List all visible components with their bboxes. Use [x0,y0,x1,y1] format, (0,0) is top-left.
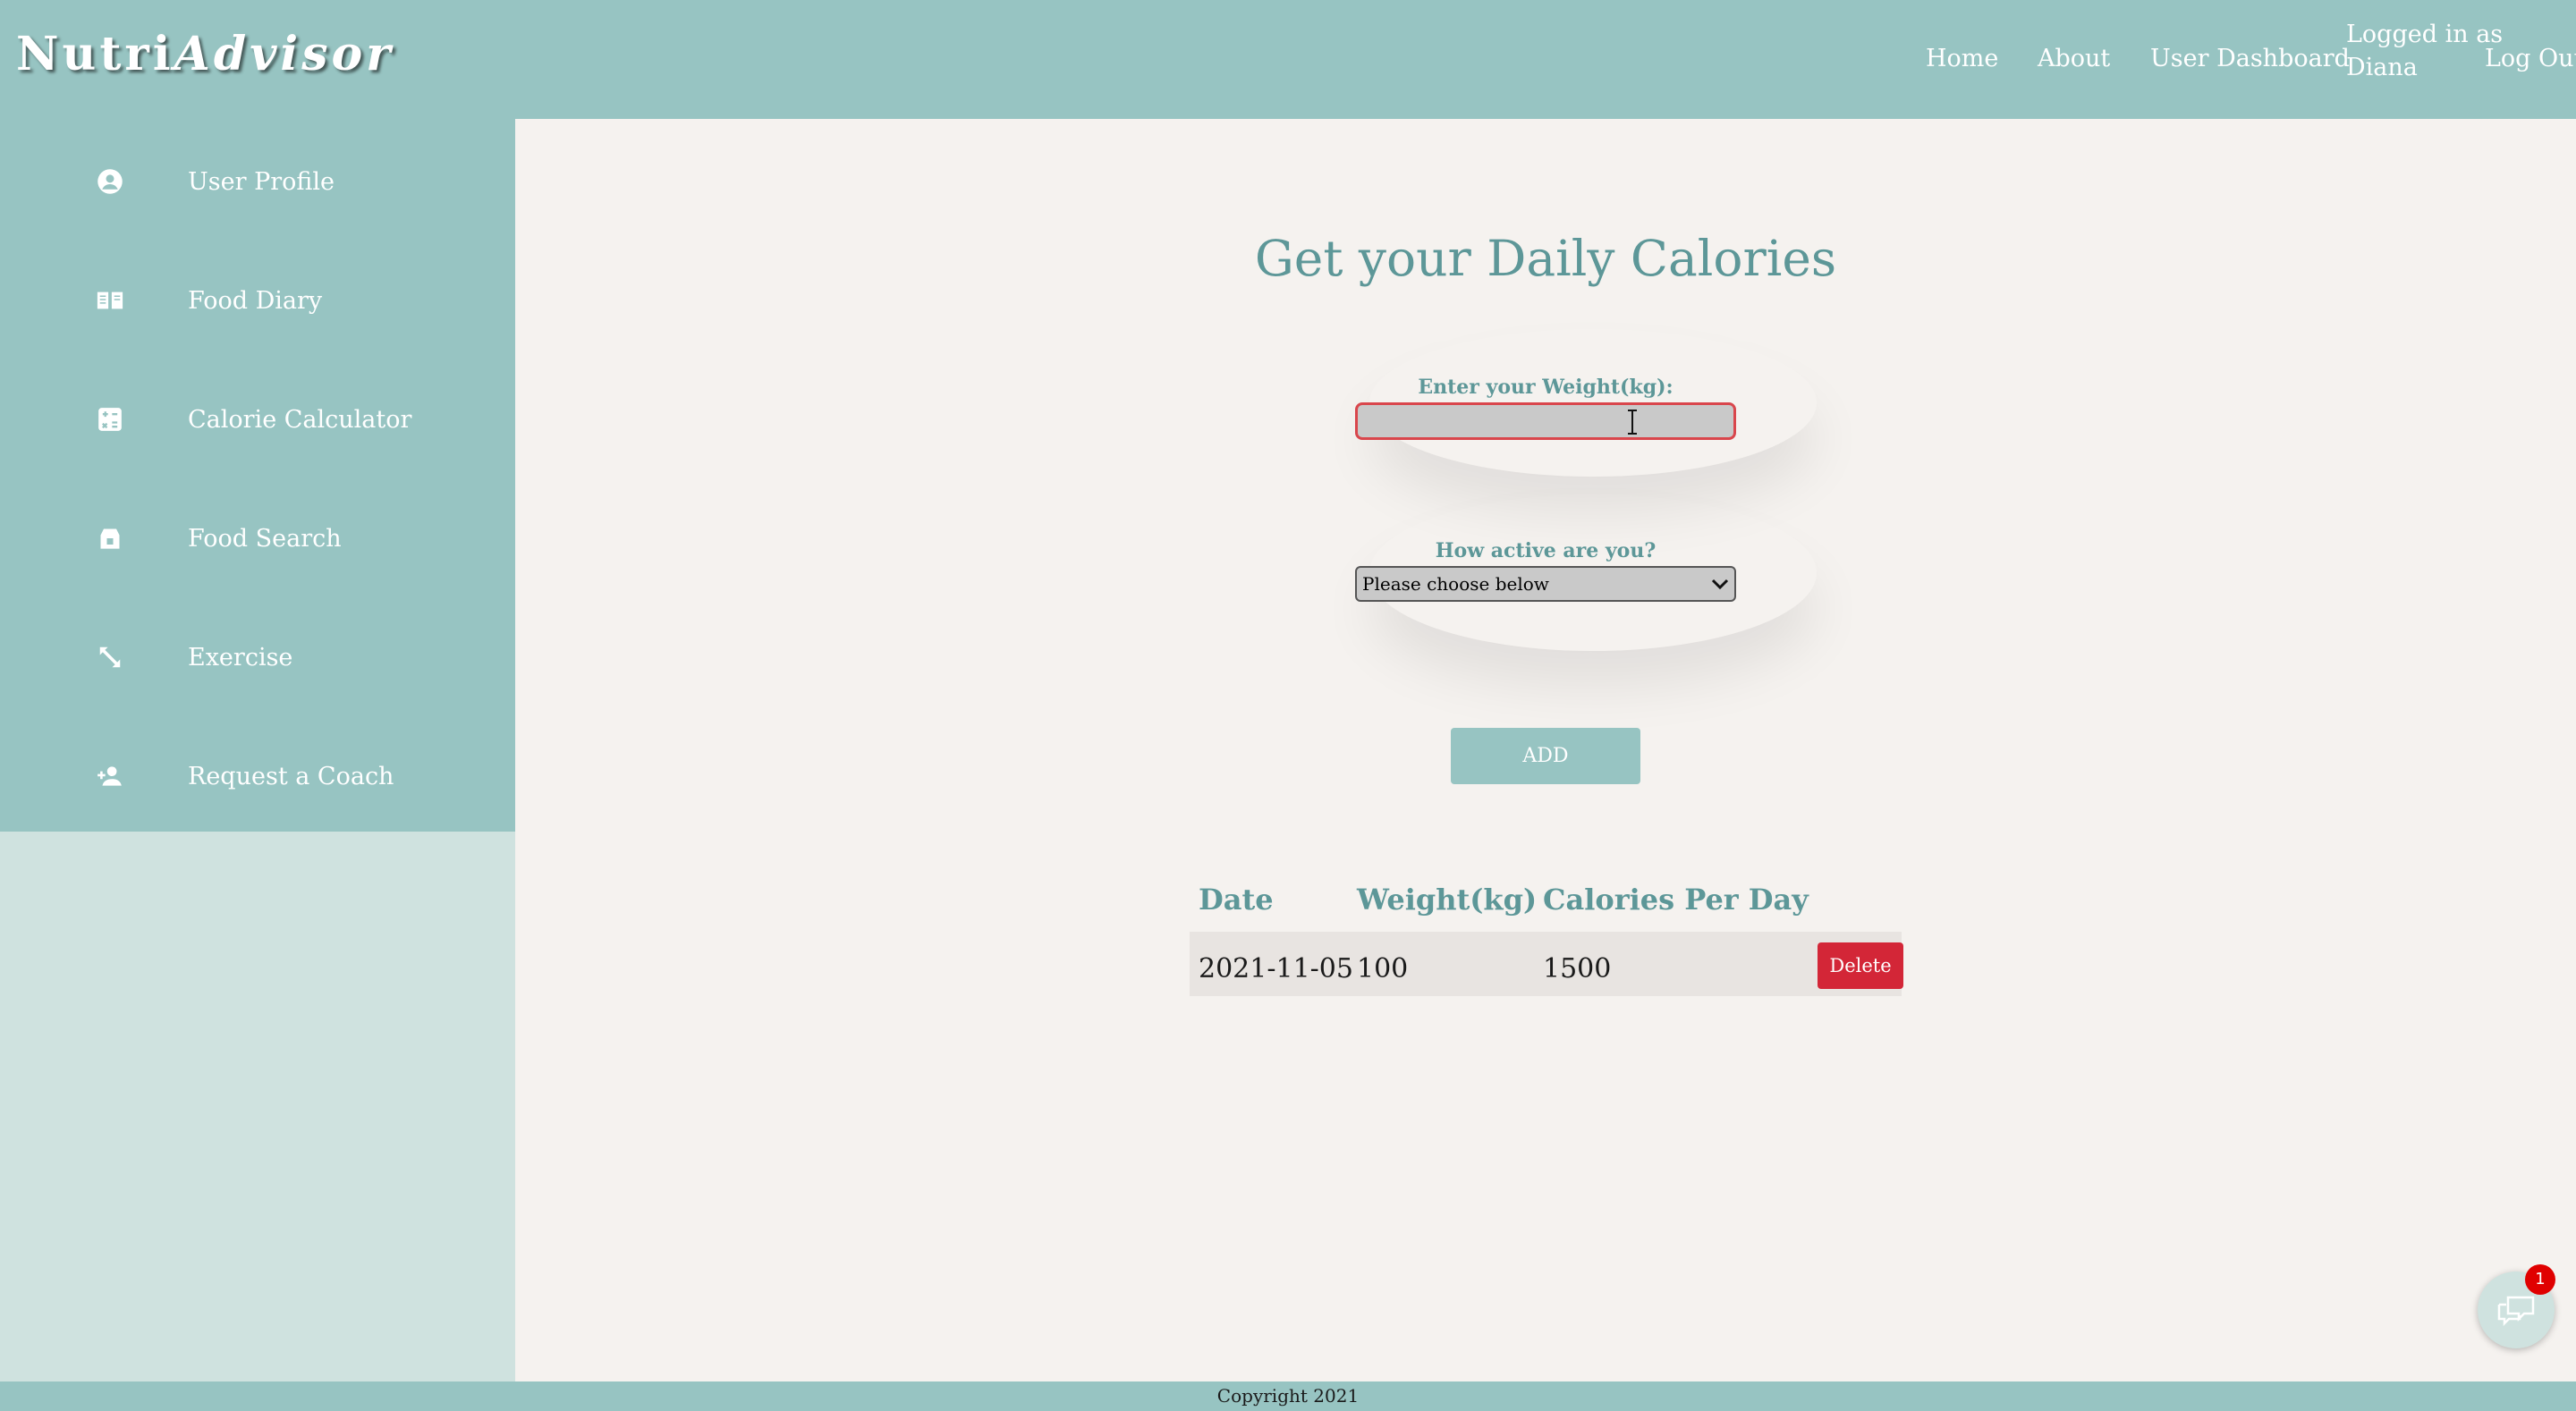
page-title: Get your Daily Calories [1254,230,1837,287]
table-header-calories: Calories Per Day [1543,883,1809,917]
nav-logout-link[interactable]: Log Out [2485,45,2576,72]
sidebar-item-label: Food Diary [188,286,323,315]
sidebar: User Profile Food Diary Calorie Calculat… [0,119,515,832]
footer: Copyright 2021 [0,1381,2576,1411]
table-header-weight: Weight(kg) [1357,883,1538,917]
sidebar-item-exercise[interactable]: Exercise [0,621,515,693]
user-plus-icon [96,762,124,790]
weight-input[interactable] [1355,402,1736,440]
main-content: Get your Daily Calories Enter your Weigh… [515,119,2576,1381]
activity-level-select[interactable]: Please choose below [1355,566,1736,602]
sidebar-item-request-coach[interactable]: Request a Coach [0,740,515,812]
sidebar-item-label: Calorie Calculator [188,405,412,434]
chat-notification-badge: 1 [2525,1264,2555,1295]
sidebar-item-food-search[interactable]: Food Search [0,503,515,574]
chevron-down-icon [1711,573,1729,595]
sidebar-empty-area [0,832,515,1381]
weight-label: Enter your Weight(kg): [1418,376,1674,399]
nav-links: Home About User Dashboard Logged in as D… [0,0,2576,119]
chat-bubbles-icon [2496,1290,2537,1330]
calculator-icon [96,405,124,434]
sidebar-item-label: User Profile [188,167,335,196]
nav-user-dashboard-link[interactable]: User Dashboard [2150,45,2350,72]
table-header-date: Date [1199,883,1274,917]
sidebar-item-user-profile[interactable]: User Profile [0,146,515,217]
nav-about-link[interactable]: About [2038,45,2110,72]
activity-label: How active are you? [1435,539,1657,562]
expand-arrows-icon [96,643,124,672]
sidebar-item-label: Request a Coach [188,762,394,790]
copyright-text: Copyright 2021 [1216,1385,1360,1407]
cell-calories: 1500 [1543,953,1612,984]
user-circle-icon [96,167,124,196]
sidebar-item-label: Food Search [188,524,342,553]
activity-selected-value: Please choose below [1362,573,1549,595]
nav-home-link[interactable]: Home [1926,45,1998,72]
text-cursor-icon [1626,410,1639,435]
cell-weight: 100 [1357,953,1409,984]
sidebar-item-food-diary[interactable]: Food Diary [0,265,515,336]
top-navbar: NutriAdvisor Home About User Dashboard L… [0,0,2576,119]
add-button[interactable]: ADD [1451,728,1640,784]
sidebar-item-label: Exercise [188,643,293,672]
table-row: 2021-11-05 100 1500 Delete [1190,932,1903,996]
logged-in-status: Logged in as Diana [2346,21,2504,81]
sidebar-item-calorie-calculator[interactable]: Calorie Calculator [0,384,515,455]
cell-date: 2021-11-05 [1199,953,1353,984]
store-icon [96,524,124,553]
delete-button[interactable]: Delete [1818,942,1903,989]
book-icon [96,286,124,315]
